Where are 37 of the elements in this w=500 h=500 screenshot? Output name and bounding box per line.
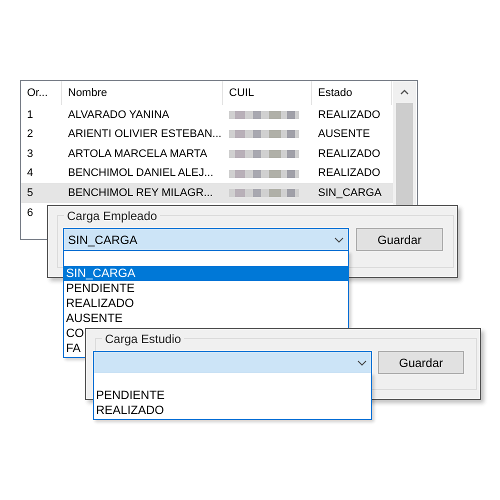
dropdown-option[interactable]: PENDIENTE: [64, 281, 348, 296]
dropdown-option[interactable]: REALIZADO: [64, 296, 348, 311]
dropdown[interactable]: [93, 351, 372, 374]
table-cell: REALIZADO: [318, 167, 380, 180]
table-cell: 6: [27, 206, 34, 219]
table-cell: 1: [27, 108, 34, 121]
table-cell: REALIZADO: [318, 108, 380, 121]
save-button[interactable]: Guardar: [356, 228, 443, 251]
blurred-value: [229, 108, 299, 121]
dropdown-option[interactable]: AUSENTE: [64, 311, 348, 326]
table-cell: ARTOLA MARCELA MARTA: [68, 148, 208, 160]
table-cell: BENCHIMOL REY MILAGR...: [68, 186, 213, 199]
table-cell: 2: [27, 128, 34, 140]
dropdown-value: SIN_CARGA: [68, 232, 138, 248]
table-cell: SIN_CARGA: [318, 186, 382, 199]
dropdown[interactable]: SIN_CARGA: [63, 228, 349, 251]
dropdown-option[interactable]: REALIZADO: [94, 403, 371, 418]
table-cell: ARIENTI OLIVIER ESTEBAN...: [68, 128, 222, 140]
blurred-value: [229, 128, 299, 140]
chevron-down-icon: [334, 236, 344, 242]
table-cell: AUSENTE: [318, 128, 370, 140]
blurred-value: [229, 187, 299, 200]
chevron-down-icon: [357, 360, 367, 366]
table-cell: BENCHIMOL DANIEL ALEJ...: [68, 167, 214, 180]
table-row[interactable]: 5 BENCHIMOL REY MILAGR... SIN_CARGA: [21, 183, 393, 203]
dropdown-option[interactable]: SIN_CARGA: [64, 266, 348, 281]
table-cell: 4: [27, 167, 34, 180]
blurred-value: [229, 148, 299, 160]
table-cell: 5: [27, 186, 34, 199]
table-cell: 3: [27, 148, 34, 160]
blurred-value: [229, 168, 299, 180]
table-cell: REALIZADO: [318, 148, 380, 160]
scroll-up-icon[interactable]: [400, 89, 409, 95]
dropdown-option[interactable]: PENDIENTE: [94, 388, 371, 403]
table-cell: ALVARADO YANINA: [68, 108, 170, 121]
dropdown-option[interactable]: [64, 251, 348, 266]
save-button[interactable]: Guardar: [378, 351, 464, 374]
